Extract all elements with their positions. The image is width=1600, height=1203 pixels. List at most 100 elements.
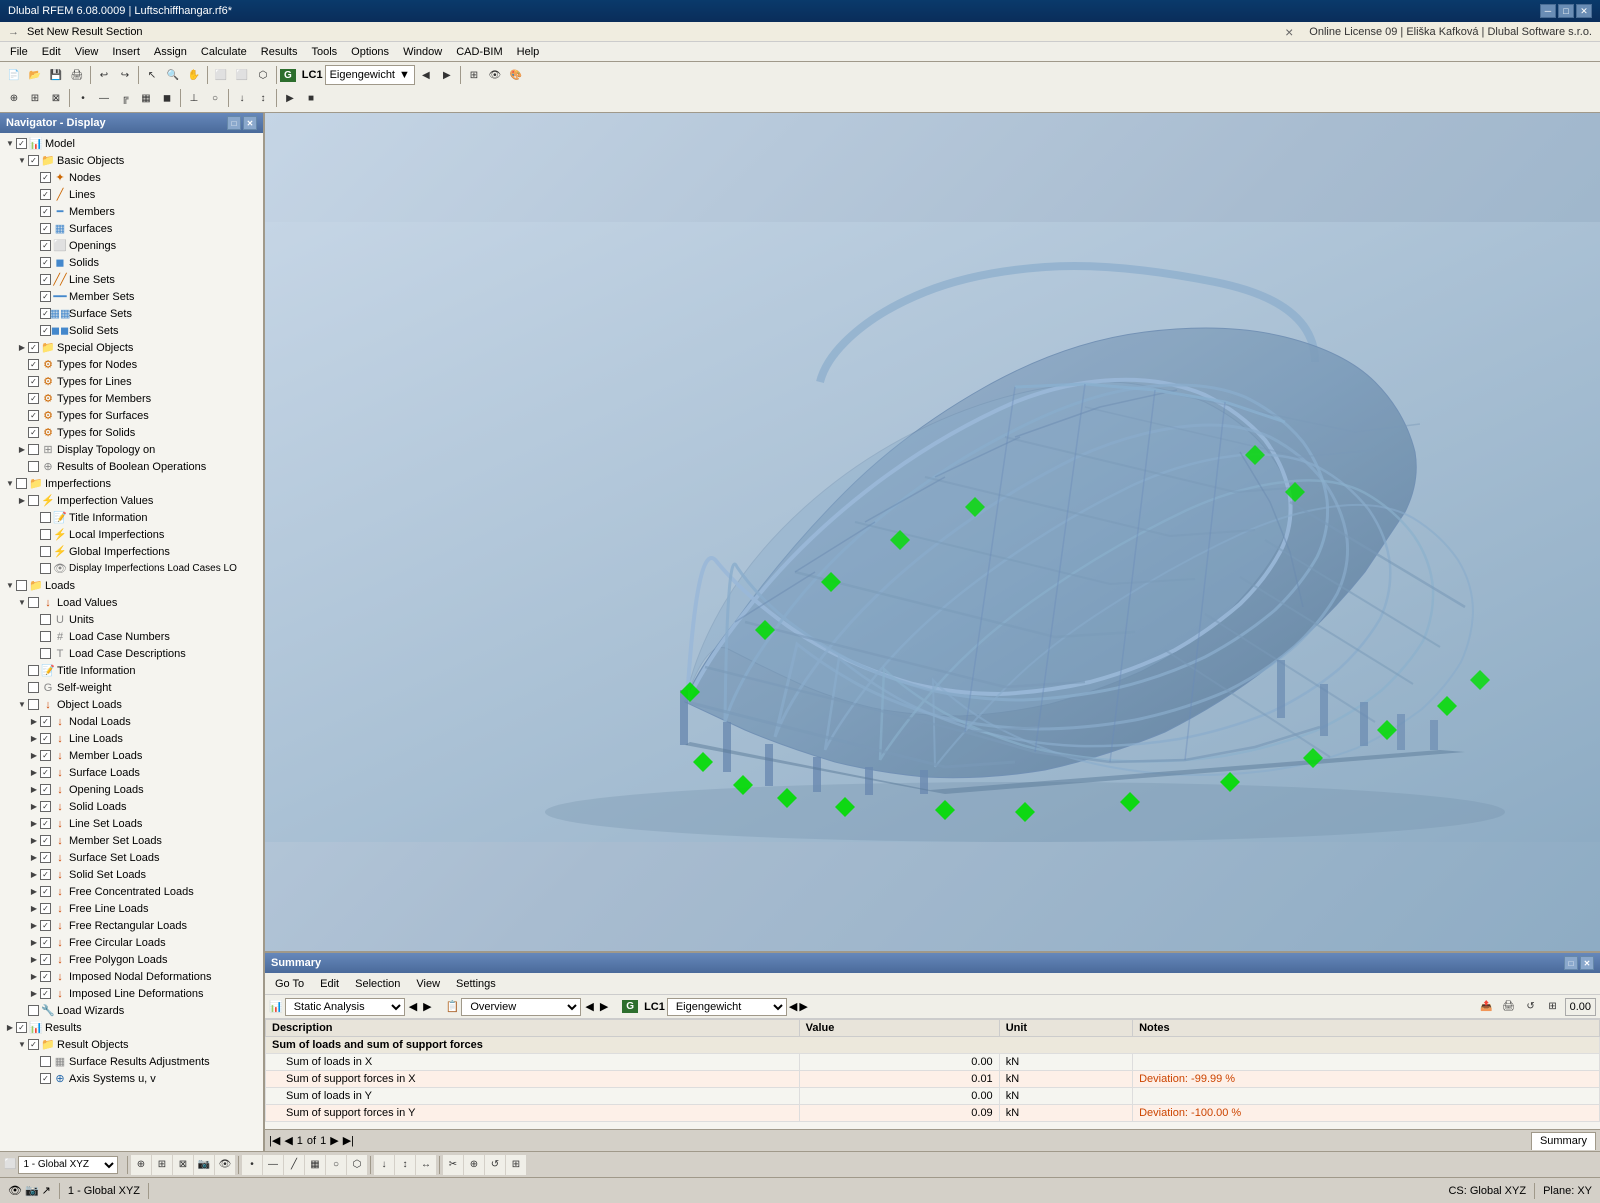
tree-item-surfaces[interactable]: ▶ ▦ Surfaces — [0, 220, 263, 237]
tool-btn-4[interactable]: ⊞ — [506, 1155, 526, 1175]
tree-container[interactable]: ▼ 📊 Model ▼ 📁 Basic Objects ▶ ✦ Nodes — [0, 133, 263, 1151]
cb-solid-loads[interactable] — [40, 801, 51, 812]
pagination-controls[interactable]: |◀ ◀ 1 of 1 ▶ ▶| — [269, 1134, 354, 1147]
view-selector[interactable]: ⬜ 1 - Global XYZ — [4, 1156, 124, 1174]
tree-item-types-lines[interactable]: ▶ ⚙ Types for Lines — [0, 373, 263, 390]
tree-item-result-objects[interactable]: ▼ 📁 Result Objects — [0, 1036, 263, 1053]
cb-free-rectangular[interactable] — [40, 920, 51, 931]
tree-item-solid-set-loads[interactable]: ▶ ↓ Solid Set Loads — [0, 866, 263, 883]
menu-file[interactable]: File — [4, 44, 34, 60]
tree-item-loads[interactable]: ▼ 📁 Loads — [0, 577, 263, 594]
tree-item-display-topology[interactable]: ▶ ⊞ Display Topology on — [0, 441, 263, 458]
print-btn[interactable]: 🖨 — [67, 65, 87, 85]
tool-btn-3[interactable]: ↺ — [485, 1155, 505, 1175]
cb-imperfections[interactable] — [16, 478, 27, 489]
tree-item-free-line-loads[interactable]: ▶ ↓ Free Line Loads — [0, 900, 263, 917]
snap-btn[interactable]: ⊕ — [4, 88, 24, 108]
cb-opening-loads[interactable] — [40, 784, 51, 795]
cb-results[interactable] — [16, 1022, 27, 1033]
axis-btn[interactable]: ⊠ — [46, 88, 66, 108]
menu-options[interactable]: Options — [345, 44, 395, 60]
cb-nodes[interactable] — [40, 172, 51, 183]
cb-solid-sets[interactable] — [40, 325, 51, 336]
load-btn-3[interactable]: ↔ — [416, 1155, 436, 1175]
tree-item-line-sets[interactable]: ▶ ╱╱ Line Sets — [0, 271, 263, 288]
draw-btn-3[interactable]: ╱ — [284, 1155, 304, 1175]
toggle-imperfection-values[interactable]: ▶ — [16, 495, 28, 507]
line-btn[interactable]: — — [94, 88, 114, 108]
tree-item-object-loads[interactable]: ▼ ↓ Object Loads — [0, 696, 263, 713]
tree-item-free-concentrated[interactable]: ▶ ↓ Free Concentrated Loads — [0, 883, 263, 900]
toggle-object-loads[interactable]: ▼ — [16, 699, 28, 711]
tree-item-free-circular[interactable]: ▶ ↓ Free Circular Loads — [0, 934, 263, 951]
cb-nodal-loads[interactable] — [40, 716, 51, 727]
summary-filter-btn[interactable]: ⊞ — [1543, 997, 1563, 1017]
close-btn[interactable]: ✕ — [1576, 4, 1592, 18]
new-btn[interactable]: 📄 — [4, 65, 24, 85]
draw-btn-2[interactable]: — — [263, 1155, 283, 1175]
display-toggle-btn[interactable]: 👁 — [215, 1155, 235, 1175]
result-next-btn[interactable]: ▶ — [598, 1000, 610, 1013]
window-controls[interactable]: ─ □ ✕ — [1540, 4, 1592, 18]
menu-results[interactable]: Results — [255, 44, 304, 60]
save-btn[interactable]: 💾 — [46, 65, 66, 85]
viewport-3d[interactable] — [265, 113, 1600, 951]
grid-btn[interactable]: ⊞ — [25, 88, 45, 108]
cb-types-members[interactable] — [28, 393, 39, 404]
draw-btn-5[interactable]: ○ — [326, 1155, 346, 1175]
lc-summary-next-btn[interactable]: ▶ — [799, 1000, 807, 1013]
lc-summary-control[interactable]: G LC1 Eigengewicht ◀ ▶ — [622, 998, 808, 1016]
summary-tab[interactable]: Summary — [1531, 1132, 1596, 1150]
cb-line-set-loads[interactable] — [40, 818, 51, 829]
tree-item-members[interactable]: ▶ ━ Members — [0, 203, 263, 220]
toggle-result-objects[interactable]: ▼ — [16, 1039, 28, 1051]
tree-item-member-loads[interactable]: ▶ ↓ Member Loads — [0, 747, 263, 764]
cb-solid-set-loads[interactable] — [40, 869, 51, 880]
grid-toggle-btn[interactable]: ⊞ — [152, 1155, 172, 1175]
render-btn[interactable]: 🎨 — [506, 65, 526, 85]
tree-item-line-loads[interactable]: ▶ ↓ Line Loads — [0, 730, 263, 747]
analysis-type-dropdown[interactable]: Static Analysis — [285, 998, 405, 1016]
toggle-basic-objects[interactable]: ▼ — [16, 155, 28, 167]
tool-btn-1[interactable]: ✂ — [443, 1155, 463, 1175]
cb-self-weight[interactable] — [28, 682, 39, 693]
tree-item-lc-descriptions[interactable]: ▶ T Load Case Descriptions — [0, 645, 263, 662]
surface-btn[interactable]: ▦ — [136, 88, 156, 108]
status-cam-icon[interactable]: 📷 — [25, 1184, 39, 1197]
page-prev-btn[interactable]: ◀ — [284, 1134, 292, 1147]
tree-item-solid-sets[interactable]: ▶ ◼◼ Solid Sets — [0, 322, 263, 339]
cb-types-surfaces[interactable] — [28, 410, 39, 421]
analysis-next-btn[interactable]: ▶ — [421, 1000, 433, 1013]
cam-btn[interactable]: 📷 — [194, 1155, 214, 1175]
summary-close-btn[interactable]: ✕ — [1580, 956, 1594, 970]
tree-item-results-boolean[interactable]: ▶ ⊕ Results of Boolean Operations — [0, 458, 263, 475]
redo-btn[interactable]: ↪ — [115, 65, 135, 85]
tree-item-load-wizards[interactable]: ▶ 🔧 Load Wizards — [0, 1002, 263, 1019]
tree-item-imperfection-values[interactable]: ▶ ⚡ Imperfection Values — [0, 492, 263, 509]
cb-types-nodes[interactable] — [28, 359, 39, 370]
view-iso[interactable]: ⬡ — [253, 65, 273, 85]
menu-edit[interactable]: Edit — [36, 44, 67, 60]
tree-item-free-polygon[interactable]: ▶ ↓ Free Polygon Loads — [0, 951, 263, 968]
member-btn[interactable]: ╔ — [115, 88, 135, 108]
prev-lc-btn[interactable]: ◀ — [416, 65, 436, 85]
summary-goto-btn[interactable]: Go To — [271, 976, 308, 992]
tree-item-display-imperfections[interactable]: ▶ 👁 Display Imperfections Load Cases LO — [0, 560, 263, 577]
tree-item-member-sets[interactable]: ▶ ━━ Member Sets — [0, 288, 263, 305]
zoom-btn[interactable]: 🔍 — [163, 65, 183, 85]
tree-item-title-info-loads[interactable]: ▶ 📝 Title Information — [0, 662, 263, 679]
tree-item-openings[interactable]: ▶ ⬜ Openings — [0, 237, 263, 254]
cb-solids[interactable] — [40, 257, 51, 268]
toggle-nodes[interactable]: ▶ — [28, 172, 40, 184]
cb-display-imperfections[interactable] — [40, 563, 51, 574]
tree-item-axis-systems[interactable]: ▶ ⊕ Axis Systems u, v — [0, 1070, 263, 1087]
cb-imperfection-values[interactable] — [28, 495, 39, 506]
tree-item-free-rectangular[interactable]: ▶ ↓ Free Rectangular Loads — [0, 917, 263, 934]
tree-item-member-set-loads[interactable]: ▶ ↓ Member Set Loads — [0, 832, 263, 849]
view-top[interactable]: ⬜ — [232, 65, 252, 85]
ortho-btn[interactable]: ⊠ — [173, 1155, 193, 1175]
cb-line-sets[interactable] — [40, 274, 51, 285]
undo-btn[interactable]: ↩ — [94, 65, 114, 85]
cb-display-topology[interactable] — [28, 444, 39, 455]
stop-btn[interactable]: ■ — [301, 88, 321, 108]
